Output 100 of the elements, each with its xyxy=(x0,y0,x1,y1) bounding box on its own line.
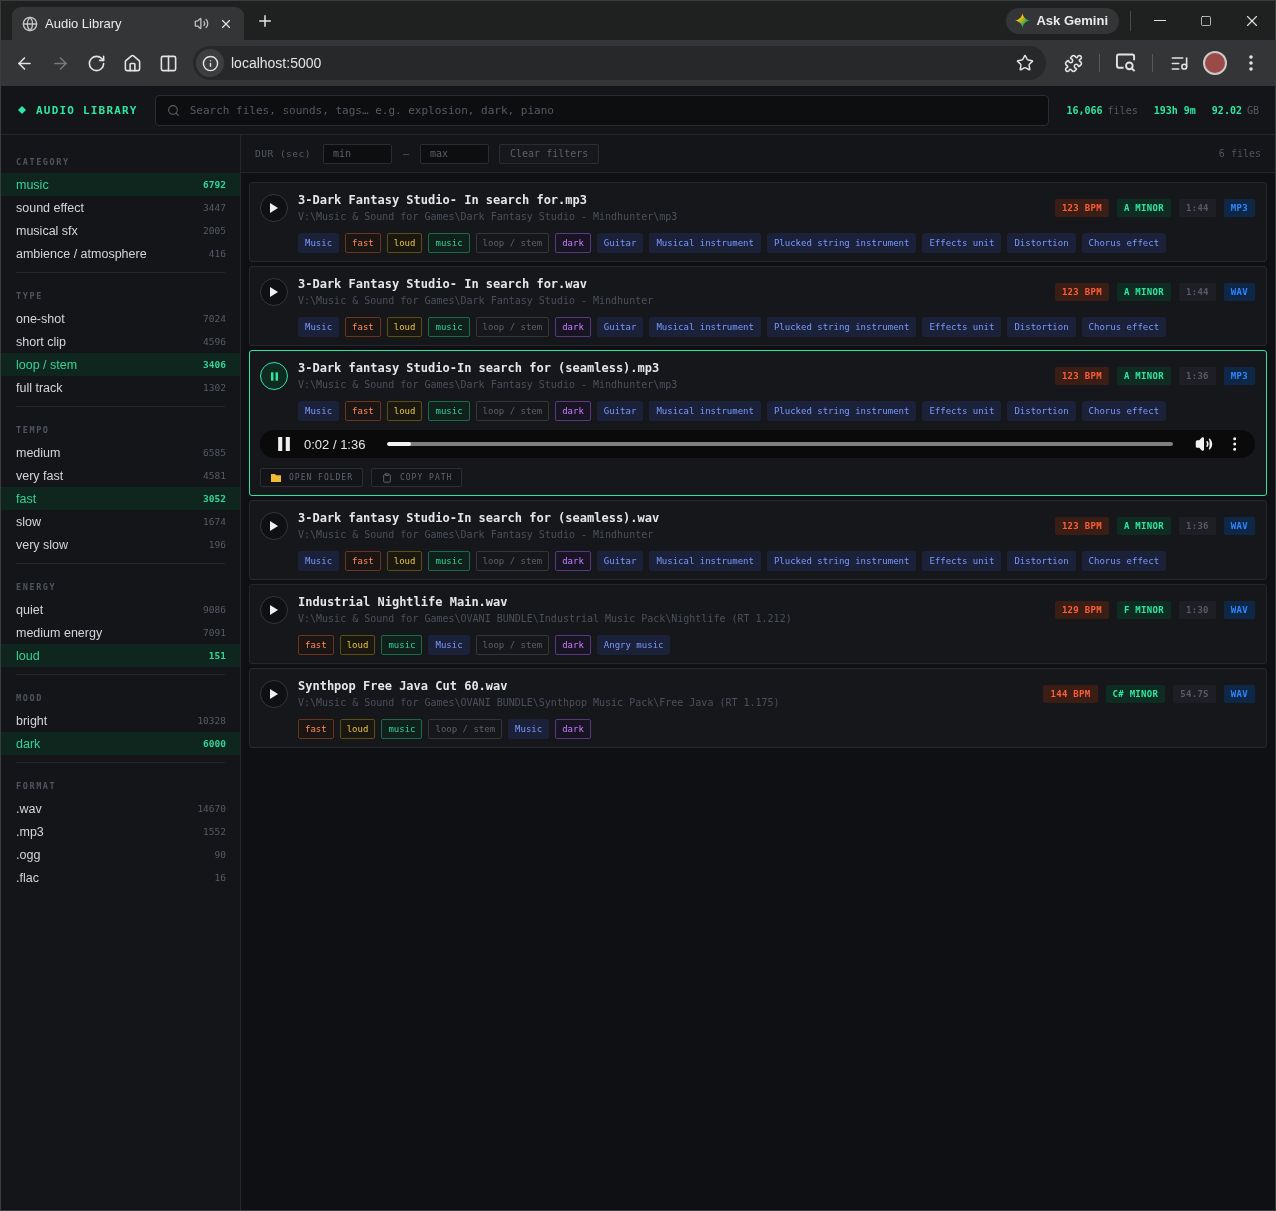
tag: loud xyxy=(386,233,423,253)
format-badge: MP3 xyxy=(1223,199,1255,217)
option-count: 16 xyxy=(214,872,226,883)
tab-title: Audio Library xyxy=(45,16,123,31)
filter-option[interactable]: very fast 4581 xyxy=(1,464,240,487)
filter-option[interactable]: .wav 14670 xyxy=(1,797,240,820)
filter-option[interactable]: sound effect 3447 xyxy=(1,196,240,219)
filter-option[interactable]: slow 1674 xyxy=(1,510,240,533)
play-icon xyxy=(270,521,278,531)
sparkle-icon xyxy=(1015,13,1031,28)
option-count: 2005 xyxy=(203,225,226,236)
home-icon xyxy=(122,53,142,73)
option-count: 151 xyxy=(208,650,226,661)
tag: music xyxy=(428,233,470,253)
pause-icon xyxy=(278,437,290,451)
play-button[interactable] xyxy=(260,596,288,624)
option-count: 7091 xyxy=(203,627,226,638)
search-icon xyxy=(166,103,180,117)
key-badge: A MINOR xyxy=(1116,283,1171,301)
filter-option[interactable]: full track 1302 xyxy=(1,376,240,399)
tag: music xyxy=(428,317,470,337)
tag: dark xyxy=(555,719,591,739)
tag: Guitar xyxy=(596,233,644,253)
tag: Music xyxy=(298,401,340,421)
progress-track[interactable] xyxy=(387,442,1173,446)
file-path: V:\Music & Sound for Games\OVANI BUNDLE\Synthpop Music Pack\Free Java (RT 1.175) xyxy=(298,696,781,710)
duration-badge: 1:30 xyxy=(1178,601,1216,619)
reload-icon xyxy=(86,53,106,73)
browser-tab[interactable]: Audio Library xyxy=(12,7,244,40)
speaker-icon xyxy=(194,16,209,31)
filter-option[interactable]: ambience / atmosphere 416 xyxy=(1,242,240,265)
tag: Angry music xyxy=(596,635,671,655)
filter-option[interactable]: dark 6000 xyxy=(1,732,240,755)
split-view-icon xyxy=(158,53,178,73)
filter-option[interactable]: medium 6585 xyxy=(1,441,240,464)
tag: Plucked string instrument xyxy=(766,317,917,337)
volume-icon xyxy=(1194,435,1213,453)
tag: loop / stem xyxy=(475,317,550,337)
filter-option[interactable]: .flac 16 xyxy=(1,866,240,889)
ask-gemini-button[interactable]: Ask Gemini xyxy=(1006,7,1119,34)
tag: Music xyxy=(298,551,340,571)
min-duration-field[interactable]: min xyxy=(323,143,392,164)
site-info-button[interactable] xyxy=(196,49,224,77)
tag: Effects unit xyxy=(922,233,1002,253)
player-menu-button[interactable] xyxy=(1232,437,1236,451)
search-field[interactable]: Search files, sounds, tags… e.g. explosion, dark, piano xyxy=(154,94,1050,126)
tag: Distortion xyxy=(1007,401,1076,421)
tag: Music xyxy=(508,719,550,739)
volume-button[interactable] xyxy=(1194,435,1213,453)
filter-option[interactable]: bright 10328 xyxy=(1,709,240,732)
max-duration-field[interactable]: max xyxy=(420,143,489,164)
play-button[interactable] xyxy=(260,680,288,708)
option-count: 14670 xyxy=(197,803,226,814)
format-badge: WAV xyxy=(1223,685,1255,703)
result-count: 6 files xyxy=(1218,148,1261,159)
tag: Chorus effect xyxy=(1081,401,1167,421)
tag: Music xyxy=(428,635,470,655)
filter-option[interactable]: music 6792 xyxy=(1,173,240,196)
address-bar[interactable]: localhost:5000 xyxy=(193,46,1046,80)
tag: dark xyxy=(555,551,591,571)
section-heading: TYPE xyxy=(16,291,44,303)
option-count: 9086 xyxy=(203,604,226,615)
tag: Distortion xyxy=(1007,233,1076,253)
filter-option[interactable]: quiet 9086 xyxy=(1,598,240,621)
bpm-badge: 129 BPM xyxy=(1054,601,1109,619)
app-logo: AUDIO LIBRARY xyxy=(36,103,138,117)
range-separator: – xyxy=(403,148,409,159)
tag: Chorus effect xyxy=(1081,551,1167,571)
filter-option[interactable]: .ogg 90 xyxy=(1,843,240,866)
filter-option[interactable]: medium energy 7091 xyxy=(1,621,240,644)
key-badge: C# MINOR xyxy=(1105,685,1166,703)
duration-badge: 1:44 xyxy=(1178,283,1216,301)
filter-option[interactable]: very slow 196 xyxy=(1,533,240,556)
duration-badge: 1:44 xyxy=(1178,199,1216,217)
play-icon xyxy=(270,287,278,297)
tag: dark xyxy=(555,317,591,337)
play-button[interactable] xyxy=(260,512,288,540)
tag: Effects unit xyxy=(922,317,1002,337)
option-count: 3447 xyxy=(203,202,226,213)
tag: Plucked string instrument xyxy=(766,401,917,421)
play-button[interactable] xyxy=(260,278,288,306)
filter-option[interactable]: fast 3052 xyxy=(1,487,240,510)
tag: Effects unit xyxy=(922,551,1002,571)
tag: loud xyxy=(386,551,423,571)
tag: dark xyxy=(555,233,591,253)
filter-option[interactable]: musical sfx 2005 xyxy=(1,219,240,242)
format-badge: MP3 xyxy=(1223,367,1255,385)
tag: Plucked string instrument xyxy=(766,551,917,571)
filter-option[interactable]: .mp3 1552 xyxy=(1,820,240,843)
option-count: 1674 xyxy=(203,516,226,527)
filter-option[interactable]: loud 151 xyxy=(1,644,240,667)
filter-option[interactable]: one-shot 7024 xyxy=(1,307,240,330)
stat-unit: GB xyxy=(1246,104,1259,116)
pause-button[interactable] xyxy=(260,362,288,390)
file-title: Synthpop Free Java Cut 60.wav xyxy=(298,678,509,694)
player-pause-button[interactable] xyxy=(278,437,290,451)
filter-option[interactable]: loop / stem 3406 xyxy=(1,353,240,376)
duration-label: DUR (sec) xyxy=(255,148,311,159)
filter-option[interactable]: short clip 4596 xyxy=(1,330,240,353)
play-button[interactable] xyxy=(260,194,288,222)
